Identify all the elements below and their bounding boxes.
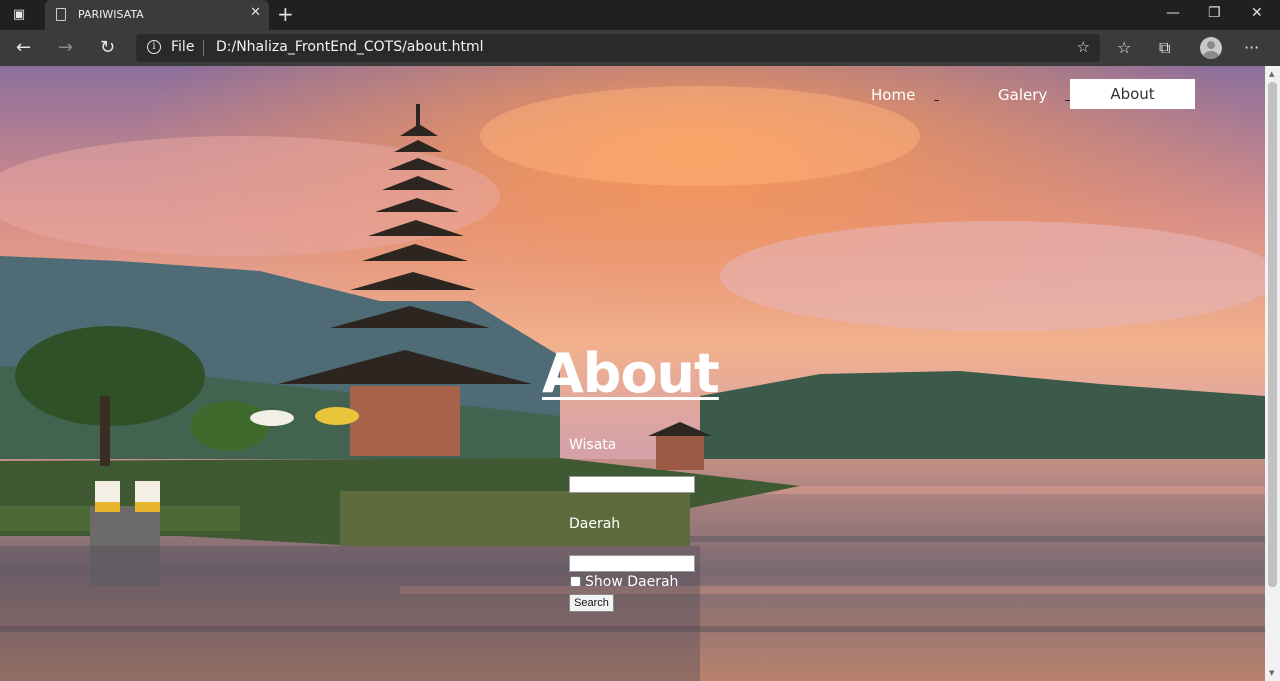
scheme-label: File: [171, 39, 195, 55]
nav-separator: [934, 100, 939, 101]
page-icon: [56, 8, 66, 21]
address-bar[interactable]: i File D:/Nhaliza_FrontEnd_COTS/about.ht…: [136, 34, 1100, 62]
address-divider: [203, 40, 204, 56]
nav-about-link[interactable]: About: [1070, 79, 1195, 109]
search-button[interactable]: Search: [569, 594, 614, 612]
page-title: About: [542, 342, 720, 405]
daerah-input[interactable]: [569, 555, 695, 572]
forward-icon[interactable]: →: [58, 37, 73, 58]
nav-home-link[interactable]: Home: [871, 86, 915, 104]
back-icon[interactable]: ←: [16, 37, 31, 58]
tab-title: PARIWISATA: [78, 8, 144, 21]
reload-icon[interactable]: ↻: [100, 37, 115, 58]
scroll-thumb[interactable]: [1268, 82, 1277, 587]
scroll-down-icon[interactable]: ▼: [1269, 669, 1274, 677]
favorites-icon[interactable]: ☆: [1117, 38, 1131, 57]
url-text[interactable]: D:/Nhaliza_FrontEnd_COTS/about.html: [216, 39, 484, 55]
wisata-label: Wisata: [569, 437, 617, 453]
browser-toolbar: ← → ↻ i File D:/Nhaliza_FrontEnd_COTS/ab…: [0, 30, 1280, 66]
info-icon[interactable]: i: [147, 40, 161, 54]
profile-avatar[interactable]: [1200, 37, 1222, 59]
scroll-up-icon[interactable]: ▲: [1269, 70, 1274, 78]
wisata-input[interactable]: [569, 476, 695, 493]
close-window-icon[interactable]: ✕: [1251, 5, 1263, 21]
show-daerah-checkbox[interactable]: [570, 576, 581, 587]
page-scrollbar[interactable]: ▲ ▼: [1265, 66, 1280, 681]
minimize-icon[interactable]: —: [1166, 5, 1180, 21]
show-daerah-label[interactable]: Show Daerah: [585, 574, 678, 590]
collections-icon[interactable]: ⧉: [1159, 38, 1170, 58]
daerah-label: Daerah: [569, 516, 621, 532]
browser-tab[interactable]: PARIWISATA ✕: [45, 0, 269, 30]
tab-close-icon[interactable]: ✕: [250, 5, 261, 20]
new-tab-icon[interactable]: +: [277, 2, 294, 26]
tab-strip: ▣ PARIWISATA ✕ + — ❐ ✕: [0, 0, 1280, 30]
tab-actions-icon[interactable]: ▣: [10, 6, 28, 24]
more-menu-icon[interactable]: ···: [1244, 38, 1259, 57]
add-favorite-icon[interactable]: ☆: [1077, 38, 1090, 56]
page-viewport: Home Galery About About Wisata Daerah Sh…: [0, 66, 1265, 681]
maximize-icon[interactable]: ❐: [1208, 5, 1221, 21]
nav-galery-link[interactable]: Galery: [998, 86, 1047, 104]
